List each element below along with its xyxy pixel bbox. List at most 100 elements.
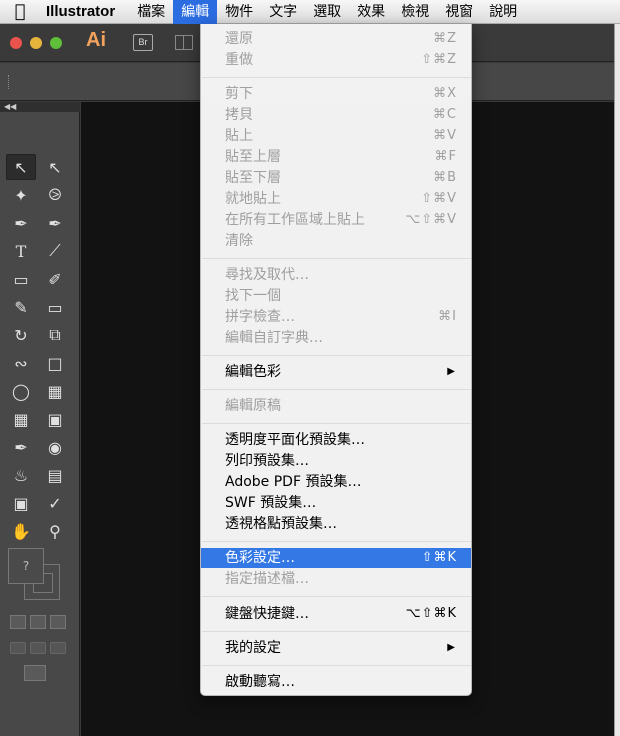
menu-item-label: 貼至上層 [225,149,281,165]
menu-item-copy[interactable]: 拷貝 ⌘C [201,105,471,125]
selection-tool-icon[interactable]: ↖ [6,154,36,180]
menu-help[interactable]: 說明 [481,0,525,24]
pencil-tool-icon[interactable]: ✎ [6,294,36,320]
menu-item-paste-in-front[interactable]: 貼至上層 ⌘F [201,147,471,167]
menu-object[interactable]: 物件 [217,0,261,24]
menu-item-label: 尋找及取代… [225,267,309,283]
minimize-window-button[interactable] [30,37,42,49]
eyedropper-tool-icon[interactable]: ✒ [6,434,36,460]
draw-normal-button[interactable] [10,642,26,654]
menu-separator [202,423,471,424]
menu-item-cut[interactable]: 剪下 ⌘X [201,84,471,104]
mesh-tool-icon[interactable]: ▦ [6,406,36,432]
menu-item-edit-dictionary[interactable]: 編輯自訂字典… [201,328,471,348]
menu-item-spell-check[interactable]: 拼字檢查… ⌘I [201,307,471,327]
menu-item-paste-on-all-artboards[interactable]: 在所有工作區域上貼上 ⌥⇧⌘V [201,210,471,230]
draw-behind-button[interactable] [30,642,46,654]
menu-item-shortcut: ⌘V [433,128,457,143]
menu-item-label: 列印預設集… [225,453,309,469]
gradient-mode-button[interactable] [30,615,46,629]
menu-item-keyboard-shortcuts[interactable]: 鍵盤快捷鍵… ⌥⇧⌘K [201,604,471,624]
screen-mode-button[interactable] [24,665,46,681]
symbol-sprayer-tool-icon[interactable]: ♨ [6,462,36,488]
menu-file[interactable]: 檔案 [129,0,173,24]
hand-tool-icon[interactable]: ✋ [6,518,36,544]
menu-item-shortcut: ⌘Z [433,31,457,46]
menu-view[interactable]: 檢視 [393,0,437,24]
scale-tool-icon[interactable]: ⧉ [40,322,70,348]
toolbox-collapse-button[interactable]: ◀◀ [0,102,80,112]
menu-item-paste[interactable]: 貼上 ⌘V [201,126,471,146]
menu-separator [202,389,471,390]
menu-item-label: 貼上 [225,128,253,144]
app-menu[interactable]: Illustrator [40,0,129,24]
menu-item-find-next[interactable]: 找下一個 [201,286,471,306]
menu-item-label: 清除 [225,233,253,249]
menu-item-paste-in-place[interactable]: 就地貼上 ⇧⌘V [201,189,471,209]
menu-item-undo[interactable]: 還原 ⌘Z [201,29,471,49]
menu-type[interactable]: 文字 [261,0,305,24]
menu-separator [202,355,471,356]
free-transform-tool-icon[interactable]: □ [40,350,70,376]
menu-item-label: 鍵盤快捷鍵… [225,606,309,622]
menu-item-redo[interactable]: 重做 ⇧⌘Z [201,50,471,70]
menu-item-assign-profile[interactable]: 指定描述檔… [201,569,471,589]
menu-item-label: 重做 [225,52,253,68]
bridge-button[interactable]: Br [133,34,153,51]
arrange-documents-icon[interactable] [175,35,193,50]
type-tool-icon[interactable]: T [6,238,36,264]
menu-item-label: 透明度平面化預設集… [225,432,365,448]
close-window-button[interactable] [10,37,22,49]
magic-wand-tool-icon[interactable]: ✦ [6,182,36,208]
color-mode-button[interactable] [10,615,26,629]
none-mode-button[interactable] [50,615,66,629]
fill-color-swatch[interactable]: ? [8,548,44,584]
lasso-tool-icon[interactable]: ⧁ [40,182,70,208]
menu-item-pdf-presets[interactable]: Adobe PDF 預設集… [201,472,471,492]
menu-item-edit-colors[interactable]: 編輯色彩 ▶ [201,362,471,382]
menu-window[interactable]: 視窗 [437,0,481,24]
menu-item-perspective-grid-presets[interactable]: 透視格點預設集… [201,514,471,534]
curvature-tool-icon[interactable]: ✒ [40,210,70,236]
width-tool-icon[interactable]: ∾ [6,350,36,376]
shape-builder-tool-icon[interactable]: ◯ [6,378,36,404]
apple-icon[interactable]:  [0,0,40,24]
menu-item-clear[interactable]: 清除 [201,231,471,251]
menu-select[interactable]: 選取 [305,0,349,24]
draw-inside-button[interactable] [50,642,66,654]
zoom-window-button[interactable] [50,37,62,49]
menu-item-swf-presets[interactable]: SWF 預設集… [201,493,471,513]
rotate-tool-icon[interactable]: ↻ [6,322,36,348]
menu-item-label: 指定描述檔… [225,571,309,587]
menu-item-shortcut: ⌘B [433,170,457,185]
menu-item-shortcut: ⇧⌘Z [421,52,457,67]
menu-edit[interactable]: 編輯 [173,0,218,24]
direct-selection-tool-icon[interactable]: ↖ [40,154,70,180]
menu-item-print-presets[interactable]: 列印預設集… [201,451,471,471]
menu-item-color-settings[interactable]: 色彩設定… ⇧⌘K [201,548,471,568]
menu-item-find-replace[interactable]: 尋找及取代… [201,265,471,285]
menu-separator [202,258,471,259]
menu-item-paste-in-back[interactable]: 貼至下層 ⌘B [201,168,471,188]
blend-tool-icon[interactable]: ◉ [40,434,70,460]
slice-tool-icon[interactable]: ✓ [40,490,70,516]
menu-item-start-dictation[interactable]: 啟動聽寫… [201,672,471,692]
zoom-tool-icon[interactable]: ⚲ [40,518,70,544]
paintbrush-tool-icon[interactable]: ✐ [40,266,70,292]
pen-tool-icon[interactable]: ✒ [6,210,36,236]
artboard-tool-icon[interactable]: ▣ [6,490,36,516]
menu-effect[interactable]: 效果 [349,0,393,24]
menu-item-edit-original[interactable]: 編輯原稿 [201,396,471,416]
menu-item-label: 還原 [225,31,253,47]
perspective-grid-tool-icon[interactable]: ▦ [40,378,70,404]
window-edge [614,24,620,736]
line-tool-icon[interactable]: ⟋ [40,238,70,264]
gradient-tool-icon[interactable]: ▣ [40,406,70,432]
menu-bar:  Illustrator 檔案 編輯 物件 文字 選取 效果 檢視 視窗 說明 [0,0,620,24]
column-graph-tool-icon[interactable]: ▤ [40,462,70,488]
eraser-tool-icon[interactable]: ▭ [40,294,70,320]
rectangle-tool-icon[interactable]: ▭ [6,266,36,292]
menu-item-transparency-presets[interactable]: 透明度平面化預設集… [201,430,471,450]
menu-item-my-settings[interactable]: 我的設定 ▶ [201,638,471,658]
control-bar-grip[interactable] [8,75,10,89]
